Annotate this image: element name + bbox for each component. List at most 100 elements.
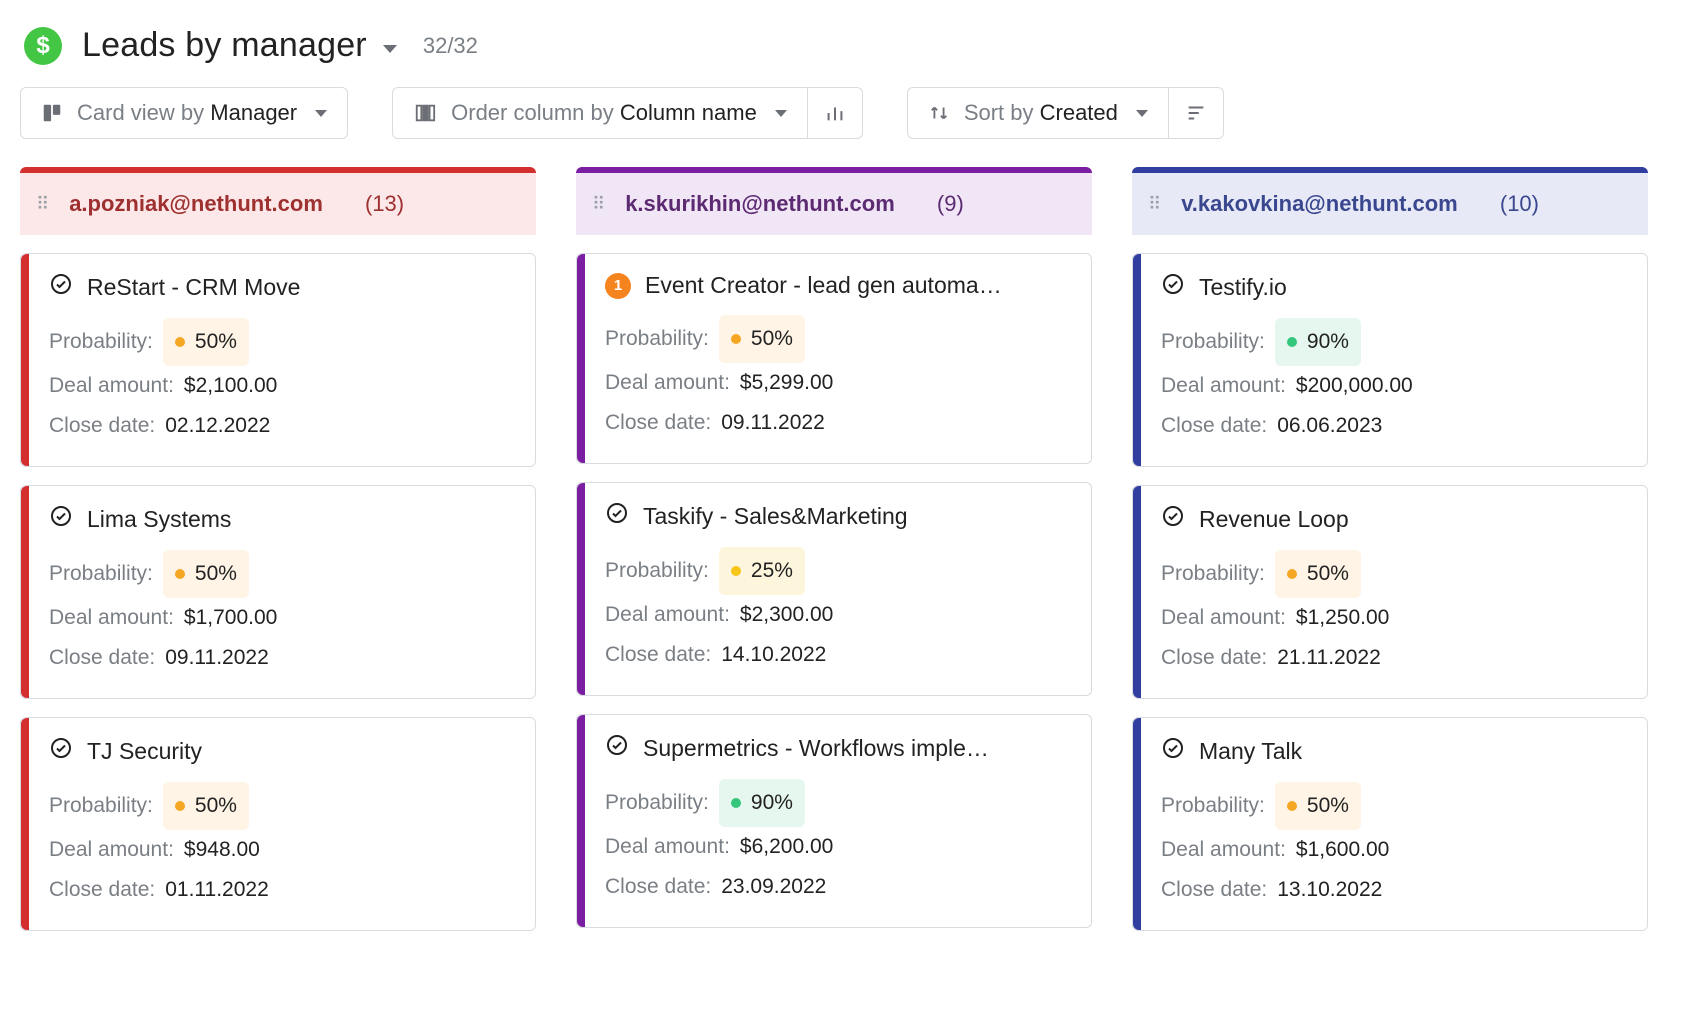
- deal-amount-row: Deal amount: $2,100.00: [49, 366, 513, 406]
- card-title: TJ Security: [87, 738, 202, 765]
- column-manager: a.pozniak@nethunt.com: [69, 191, 323, 217]
- column-cards: Testify.ioProbability:90%Deal amount: $2…: [1132, 235, 1648, 931]
- deal-amount-value: $1,600.00: [1296, 830, 1389, 870]
- lead-card[interactable]: Many TalkProbability:50%Deal amount: $1,…: [1132, 717, 1648, 931]
- deal-amount-row: Deal amount: $5,299.00: [605, 363, 1069, 403]
- chart-toggle-button[interactable]: [808, 87, 863, 139]
- order-column-selector[interactable]: Order column by Column name: [392, 87, 808, 139]
- drag-handle-icon[interactable]: ⠿: [592, 194, 607, 215]
- card-title-row: Lima Systems: [49, 504, 513, 534]
- close-date-value: 01.11.2022: [165, 870, 269, 910]
- status-dot-icon: [175, 801, 185, 811]
- close-date-label: Close date:: [1161, 406, 1267, 446]
- check-circle-icon: [49, 272, 73, 302]
- lead-card[interactable]: Taskify - Sales&MarketingProbability:25%…: [576, 482, 1092, 696]
- card-view-prefix: Card view by: [77, 100, 210, 125]
- status-dot-icon: [1287, 569, 1297, 579]
- close-date-label: Close date:: [1161, 638, 1267, 678]
- kanban-column: ⠿v.kakovkina@nethunt.com (10)Testify.ioP…: [1132, 167, 1648, 931]
- drag-handle-icon[interactable]: ⠿: [36, 194, 51, 215]
- column-count: (9): [937, 191, 964, 217]
- probability-value: 50%: [195, 554, 237, 594]
- lead-card[interactable]: Supermetrics - Workflows imple… Probabili…: [576, 714, 1092, 928]
- card-title-row: Revenue Loop: [1161, 504, 1625, 534]
- sort-direction-button[interactable]: [1169, 87, 1224, 139]
- app-logo-icon: $: [24, 27, 62, 65]
- record-count: 32/32: [423, 33, 478, 59]
- deal-amount-label: Deal amount:: [1161, 598, 1286, 638]
- close-date-value: 13.10.2022: [1277, 870, 1382, 910]
- notification-badge-icon: 1: [605, 273, 631, 299]
- card-title-row: 1 Event Creator - lead gen automa…: [605, 272, 1069, 299]
- card-title-row: TJ Security: [49, 736, 513, 766]
- lead-card[interactable]: Testify.ioProbability:90%Deal amount: $2…: [1132, 253, 1648, 467]
- deal-amount-label: Deal amount:: [605, 363, 730, 403]
- probability-chip: 90%: [719, 779, 805, 827]
- check-circle-icon: [605, 501, 629, 531]
- lead-card[interactable]: Revenue Loop Probability:50%Deal amount: …: [1132, 485, 1648, 699]
- column-count: (13): [365, 191, 404, 217]
- probability-value: 50%: [1307, 786, 1349, 826]
- columns-icon: [413, 102, 437, 124]
- chevron-down-icon: [315, 110, 327, 117]
- check-circle-icon: [1161, 504, 1185, 534]
- deal-amount-row: Deal amount: $6,200.00: [605, 827, 1069, 867]
- lead-card[interactable]: ReStart - CRM Move Probability:50%Deal am…: [20, 253, 536, 467]
- sort-prefix: Sort by: [964, 100, 1040, 125]
- drag-handle-icon[interactable]: ⠿: [1148, 194, 1163, 215]
- close-date-label: Close date:: [605, 403, 711, 443]
- card-title-row: ReStart - CRM Move: [49, 272, 513, 302]
- card-view-value: Manager: [210, 100, 297, 125]
- lead-card[interactable]: Lima SystemsProbability:50%Deal amount: …: [20, 485, 536, 699]
- card-title: Testify.io: [1199, 274, 1287, 301]
- card-view-selector[interactable]: Card view by Manager: [20, 87, 348, 139]
- lead-card[interactable]: TJ SecurityProbability:50%Deal amount: $…: [20, 717, 536, 931]
- column-header[interactable]: ⠿v.kakovkina@nethunt.com (10): [1132, 167, 1648, 235]
- view-title-dropdown-icon[interactable]: [383, 45, 397, 53]
- order-value: Column name: [620, 100, 757, 125]
- probability-label: Probability:: [1161, 554, 1265, 594]
- column-manager: k.skurikhin@nethunt.com: [625, 191, 895, 217]
- deal-amount-value: $200,000.00: [1296, 366, 1413, 406]
- page-header: $ Leads by manager 32/32: [20, 20, 1680, 87]
- check-circle-icon: [49, 504, 73, 534]
- deal-amount-label: Deal amount:: [49, 598, 174, 638]
- probability-chip: 50%: [1275, 782, 1361, 830]
- check-circle-icon: [605, 733, 629, 763]
- deal-amount-label: Deal amount:: [1161, 366, 1286, 406]
- probability-value: 50%: [195, 786, 237, 826]
- probability-row: Probability:90%: [605, 779, 1069, 827]
- probability-row: Probability:25%: [605, 547, 1069, 595]
- probability-row: Probability:50%: [49, 550, 513, 598]
- probability-value: 50%: [195, 322, 237, 362]
- sort-selector[interactable]: Sort by Created: [907, 87, 1169, 139]
- probability-chip: 50%: [163, 782, 249, 830]
- deal-amount-label: Deal amount:: [605, 827, 730, 867]
- check-circle-icon: [1161, 736, 1185, 766]
- deal-amount-label: Deal amount:: [1161, 830, 1286, 870]
- check-circle-icon: [1161, 272, 1185, 302]
- close-date-row: Close date: 13.10.2022: [1161, 870, 1625, 910]
- status-dot-icon: [1287, 801, 1297, 811]
- card-title: Supermetrics - Workflows imple…: [643, 735, 989, 762]
- card-title-row: Supermetrics - Workflows imple…: [605, 733, 1069, 763]
- probability-row: Probability:50%: [49, 318, 513, 366]
- deal-amount-value: $5,299.00: [740, 363, 833, 403]
- column-header[interactable]: ⠿ a.pozniak@nethunt.com (13): [20, 167, 536, 235]
- order-column-group: Order column by Column name: [392, 87, 863, 139]
- kanban-icon: [41, 102, 63, 124]
- deal-amount-value: $6,200.00: [740, 827, 833, 867]
- probability-chip: 50%: [1275, 550, 1361, 598]
- card-title: Event Creator - lead gen automa…: [645, 272, 1002, 299]
- deal-amount-value: $1,700.00: [184, 598, 277, 638]
- column-header[interactable]: ⠿ k.skurikhin@nethunt.com (9): [576, 167, 1092, 235]
- status-dot-icon: [731, 566, 741, 576]
- deal-amount-value: $1,250.00: [1296, 598, 1389, 638]
- close-date-label: Close date:: [49, 406, 155, 446]
- deal-amount-row: Deal amount: $1,250.00: [1161, 598, 1625, 638]
- close-date-row: Close date: 01.11.2022: [49, 870, 513, 910]
- probability-chip: 50%: [719, 315, 805, 363]
- probability-label: Probability:: [605, 551, 709, 591]
- lead-card[interactable]: 1Event Creator - lead gen automa…Probabi…: [576, 253, 1092, 464]
- sort-value: Created: [1040, 100, 1118, 125]
